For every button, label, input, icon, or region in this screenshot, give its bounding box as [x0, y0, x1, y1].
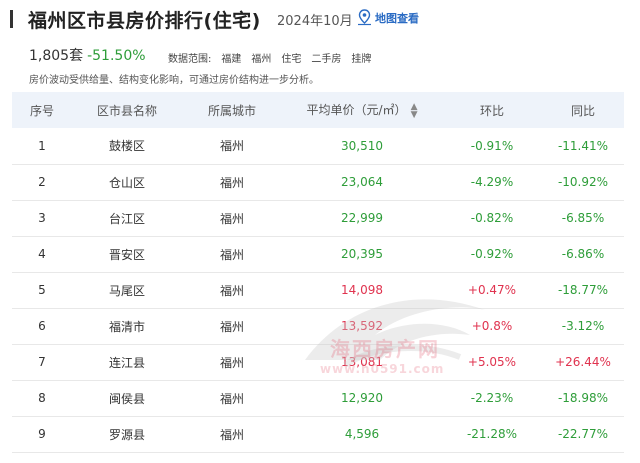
row-city: 福州: [219, 391, 244, 406]
row-index: 9: [38, 427, 46, 441]
row-city: 福州: [219, 355, 244, 370]
row-mom-change: -21.28%: [466, 427, 518, 441]
row-mom-change: -0.91%: [470, 138, 514, 153]
row-mom-change: -4.29%: [470, 175, 514, 189]
date-label: 2024年10月: [277, 14, 353, 29]
data-scope: 数据范围: 福建 福州 住宅 二手房 挂牌: [168, 50, 371, 65]
scope-item-province: 福建: [221, 54, 242, 65]
row-mom-change: -2.23%: [470, 391, 514, 405]
row-district-name: 鼓楼区: [108, 139, 145, 154]
row-district-name: 台江区: [108, 211, 145, 226]
row-city: 福州: [219, 283, 244, 298]
row-yoy-change: -18.98%: [557, 391, 609, 405]
row-avg-price: 23,064: [341, 175, 383, 189]
row-index: 1: [38, 138, 46, 153]
row-index: 6: [38, 319, 46, 333]
row-mom-change: +0.8%: [471, 319, 513, 333]
sort-icon[interactable]: ▲ ▼: [411, 102, 418, 119]
row-index: 7: [38, 355, 46, 369]
row-district-name: 闽侯县: [108, 391, 145, 406]
header-city: 所属城市: [207, 103, 256, 118]
row-city: 福州: [219, 211, 244, 226]
row-avg-price: 12,920: [341, 391, 383, 405]
scope-item-source: 挂牌: [351, 54, 372, 65]
row-yoy-change: +26.44%: [555, 355, 611, 369]
row-yoy-change: -22.77%: [557, 427, 609, 441]
row-yoy-change: -6.86%: [561, 247, 605, 261]
table-row[interactable]: 8 闽侯县 福州 12,920 -2.23% -18.98%: [12, 380, 624, 416]
header-avg-price-label: 平均单价（元/㎡）: [306, 103, 407, 118]
row-district-name: 仓山区: [108, 175, 145, 190]
table-row[interactable]: 9 罗源县 福州 4,596 -21.28% -22.77%: [12, 416, 624, 452]
row-district-name: 马尾区: [108, 283, 145, 298]
row-avg-price: 30,510: [341, 138, 383, 153]
table-row[interactable]: 5 马尾区 福州 14,098 +0.47% -18.77%: [12, 272, 624, 308]
table-row[interactable]: 6 福清市 福州 13,592 +0.8% -3.12%: [12, 308, 624, 344]
table-row[interactable]: 1 鼓楼区 福州 30,510 -0.91% -11.41%: [12, 128, 624, 164]
row-index: 2: [38, 175, 46, 189]
row-index: 8: [38, 391, 46, 405]
row-district-name: 晋安区: [108, 247, 145, 262]
row-city: 福州: [219, 175, 244, 190]
page-header: 福州区市县房价排行(住宅) 2024年10月 地图查看: [0, 0, 640, 38]
count-change: -51.50%: [87, 48, 146, 64]
table-row[interactable]: 3 台江区 福州 22,999 -0.82% -6.85%: [12, 200, 624, 236]
map-pin-icon: [358, 9, 371, 26]
title-accent-bar: [10, 10, 13, 28]
page-title: 福州区市县房价排行(住宅): [28, 10, 261, 32]
row-avg-price: 22,999: [341, 211, 383, 225]
row-mom-change: +5.05%: [467, 355, 517, 369]
price-note: 房价波动受供给量、结构变化影响，可通过房价结构进一步分析。: [29, 75, 319, 86]
row-index: 4: [38, 247, 46, 261]
table-body: 1 鼓楼区 福州 30,510 -0.91% -11.41% 2 仓山区 福州 23,064 -4.…: [12, 128, 624, 452]
watermark-url: www.h0591.com: [320, 362, 445, 376]
row-avg-price: 14,098: [341, 283, 383, 297]
scope-label: 数据范围:: [168, 54, 212, 65]
price-ranking-table: 序号 区市县名称 所属城市 平均单价（元/㎡） ▲ ▼ 环比 同比 1 鼓楼区 福州 30…: [12, 92, 624, 453]
scope-item-type: 住宅: [281, 54, 302, 65]
row-yoy-change: -10.92%: [557, 175, 609, 189]
row-yoy-change: -6.85%: [561, 211, 605, 225]
row-district-name: 罗源县: [108, 427, 145, 442]
header-index: 序号: [29, 103, 54, 118]
row-yoy-change: -18.77%: [557, 283, 609, 297]
row-yoy-change: -3.12%: [561, 319, 605, 333]
scope-item-market: 二手房: [311, 54, 342, 65]
header-avg-price[interactable]: 平均单价（元/㎡） ▲ ▼: [282, 92, 442, 128]
map-view-label: 地图查看: [375, 11, 419, 25]
row-city: 福州: [219, 319, 244, 334]
row-city: 福州: [219, 247, 244, 262]
header-mom: 环比: [479, 103, 504, 118]
row-mom-change: -0.82%: [470, 211, 514, 225]
map-view-link[interactable]: 地图查看: [357, 9, 419, 26]
scope-item-city: 福州: [251, 54, 272, 65]
header-yoy: 同比: [570, 103, 595, 118]
listing-count: 1,805套: [29, 48, 84, 64]
table-row[interactable]: 4 晋安区 福州 20,395 -0.92% -6.86%: [12, 236, 624, 272]
row-district-name: 福清市: [108, 319, 145, 334]
table-row[interactable]: 7 连江县 福州 13,081 +5.05% +26.44%: [12, 344, 624, 380]
table-row[interactable]: 2 仓山区 福州 23,064 -4.29% -10.92%: [12, 164, 624, 200]
row-district-name: 连江县: [108, 355, 145, 370]
row-index: 3: [38, 211, 46, 225]
row-city: 福州: [219, 139, 244, 154]
header-district-name: 区市县名称: [96, 103, 157, 118]
watermark-text: 海西房产网: [330, 337, 440, 361]
row-avg-price: 4,596: [344, 427, 380, 441]
table-header-row: 序号 区市县名称 所属城市 平均单价（元/㎡） ▲ ▼ 环比 同比: [12, 92, 624, 128]
row-index: 5: [38, 283, 46, 297]
stats-summary: 1,805套 -51.50%: [29, 45, 146, 65]
row-yoy-change: -11.41%: [557, 138, 609, 153]
row-city: 福州: [219, 427, 244, 442]
row-mom-change: +0.47%: [467, 283, 517, 297]
row-mom-change: -0.92%: [470, 247, 514, 261]
row-avg-price: 20,395: [341, 247, 383, 261]
